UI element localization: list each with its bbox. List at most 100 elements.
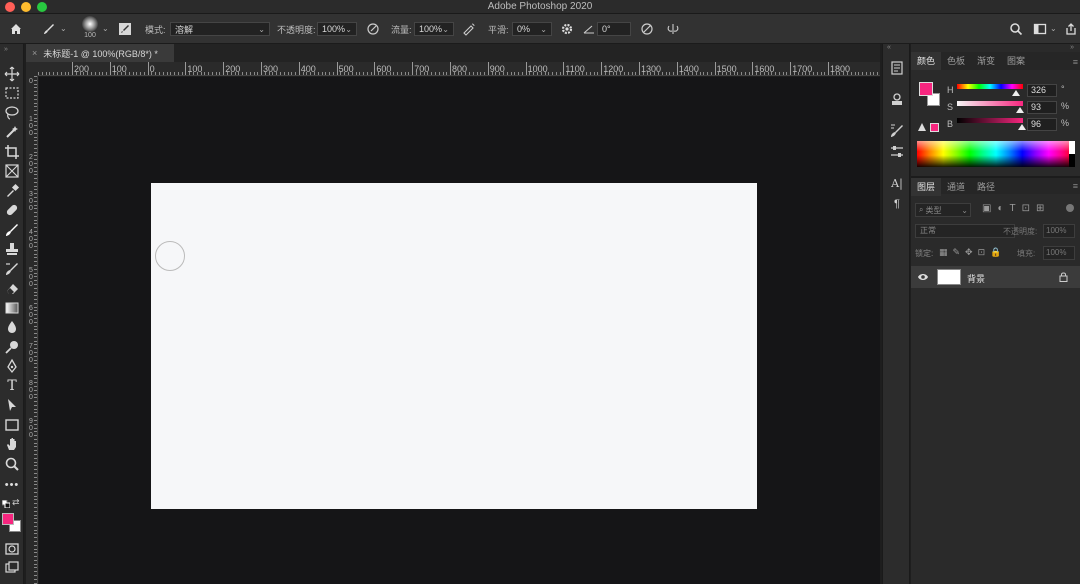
opacity-value: 100% — [322, 24, 346, 34]
screen-mode-icon[interactable] — [4, 560, 20, 576]
expand-panels-icon[interactable]: « — [887, 44, 891, 51]
pressure-opacity-icon[interactable] — [366, 22, 380, 36]
web-safe-color-swatch[interactable] — [930, 123, 939, 132]
h-value-input[interactable]: 326 — [1027, 84, 1057, 97]
ruler-label: 100 — [187, 64, 203, 74]
panel-foreground-swatch[interactable] — [919, 82, 933, 96]
layer-opacity-input[interactable]: 100% — [1043, 224, 1075, 238]
s-value-input[interactable]: 93 — [1027, 101, 1057, 114]
type-tool-icon[interactable]: T — [4, 378, 20, 394]
character-panel-icon[interactable]: A| — [889, 175, 905, 191]
tab-swatches[interactable]: 色板 — [941, 52, 971, 70]
chevron-down-icon[interactable]: ⌄ — [1050, 24, 1057, 33]
close-tab-icon[interactable]: × — [32, 48, 37, 58]
blur-tool-icon[interactable] — [4, 319, 20, 335]
brightness-slider[interactable] — [957, 118, 1023, 123]
adjustments-panel-icon[interactable] — [889, 144, 905, 160]
opacity-input[interactable]: 100% ⌄ — [317, 22, 357, 36]
eye-icon[interactable] — [917, 272, 929, 282]
quick-mask-icon[interactable] — [4, 541, 20, 557]
brush-tool-icon[interactable] — [4, 222, 20, 238]
share-icon[interactable] — [1064, 22, 1078, 36]
pen-tool-icon[interactable] — [4, 358, 20, 374]
brightness-slider-thumb[interactable] — [1018, 124, 1026, 130]
properties-panel-icon[interactable] — [889, 91, 905, 107]
color-spectrum[interactable] — [917, 141, 1075, 167]
hue-slider-thumb[interactable] — [1012, 90, 1020, 96]
hand-tool-icon[interactable] — [4, 436, 20, 452]
marquee-tool-icon[interactable] — [4, 85, 20, 101]
chevron-down-icon[interactable]: ⌄ — [102, 24, 109, 33]
hue-slider[interactable] — [957, 84, 1023, 89]
mode-select[interactable]: 溶解 ⌄ — [170, 22, 270, 36]
move-tool-icon[interactable] — [4, 66, 20, 82]
zoom-tool-icon[interactable] — [4, 456, 20, 472]
ruler-vertical[interactable]: 0 1 0 0 2 0 0 3 0 0 4 0 0 5 0 0 6 0 0 7 0 0 8 0 … — [26, 76, 38, 584]
ruler-label: 0 — [149, 64, 155, 74]
gear-icon[interactable] — [560, 22, 574, 36]
brush-settings-icon[interactable] — [118, 22, 132, 36]
b-value-input[interactable]: 96 — [1027, 118, 1057, 131]
layer-fill-input[interactable]: 100% — [1043, 246, 1075, 260]
airbrush-icon[interactable] — [462, 22, 476, 36]
healing-brush-tool-icon[interactable] — [4, 202, 20, 218]
document-canvas[interactable] — [151, 183, 757, 509]
brush-preview-icon[interactable] — [82, 16, 98, 32]
ruler-label: 0 — [29, 78, 33, 85]
collapse-icon[interactable]: » — [4, 46, 8, 53]
dodge-tool-icon[interactable] — [4, 339, 20, 355]
swap-colors-icon[interactable]: ⇄ — [12, 497, 20, 508]
foreground-color-swatch[interactable] — [2, 513, 14, 525]
tab-channels[interactable]: 通道 — [941, 178, 971, 196]
gradient-tool-icon[interactable] — [4, 300, 20, 316]
history-panel-icon[interactable] — [889, 60, 905, 76]
lock-icons[interactable]: ▦✎✥⊡🔒 — [939, 247, 1006, 258]
default-colors-icon[interactable] — [2, 500, 10, 508]
rectangle-tool-icon[interactable] — [4, 417, 20, 433]
brush-panel-icon[interactable] — [889, 123, 905, 139]
chevron-down-icon[interactable]: ⌄ — [60, 24, 67, 33]
clone-stamp-tool-icon[interactable] — [4, 241, 20, 257]
mode-label: 模式: — [145, 24, 166, 35]
layer-filter-select[interactable]: ⌕ 类型 ⌄ — [915, 203, 971, 217]
symmetry-icon[interactable] — [666, 22, 680, 36]
layer-row-background[interactable]: 背景 — [911, 266, 1080, 288]
ruler-horizontal[interactable]: 200 100 0 100 200 300 400 500 600 700 800 900 1000 11… — [38, 62, 880, 76]
frame-tool-icon[interactable] — [4, 163, 20, 179]
paragraph-panel-icon[interactable]: ¶ — [889, 196, 905, 212]
crop-tool-icon[interactable] — [4, 144, 20, 160]
document-tab-bar: × 未标题-1 @ 100%(RGB/8*) * — [26, 44, 880, 62]
quick-select-tool-icon[interactable] — [4, 124, 20, 140]
document-tab[interactable]: × 未标题-1 @ 100%(RGB/8*) * — [26, 44, 174, 62]
brush-tool-preset-icon[interactable] — [42, 22, 56, 36]
history-brush-tool-icon[interactable] — [4, 261, 20, 277]
filter-toggle-icon[interactable] — [1066, 204, 1074, 212]
smoothing-label: 平滑: — [488, 24, 509, 35]
workspace-icon[interactable] — [1033, 22, 1047, 36]
eraser-tool-icon[interactable] — [4, 280, 20, 296]
tab-layers[interactable]: 图层 — [911, 178, 942, 196]
angle-input[interactable]: 0° — [597, 22, 631, 36]
flow-input[interactable]: 100% ⌄ — [414, 22, 454, 36]
panel-menu-icon[interactable]: ≡ — [1073, 57, 1078, 67]
tab-gradients[interactable]: 渐变 — [971, 52, 1001, 70]
lock-icon[interactable] — [1059, 272, 1068, 282]
ruler-label: 1600 — [754, 64, 775, 74]
pressure-size-icon[interactable] — [640, 22, 654, 36]
path-selection-tool-icon[interactable] — [4, 397, 20, 413]
panel-menu-icon[interactable]: ≡ — [1073, 181, 1078, 191]
search-icon[interactable] — [1009, 22, 1023, 36]
lasso-tool-icon[interactable] — [4, 105, 20, 121]
saturation-slider[interactable] — [957, 101, 1023, 106]
home-icon[interactable] — [9, 22, 23, 36]
eyedropper-tool-icon[interactable] — [4, 183, 20, 199]
tab-color[interactable]: 颜色 — [911, 52, 942, 70]
smoothing-input[interactable]: 0% ⌄ — [512, 22, 552, 36]
blend-mode-select[interactable]: 正常 — [915, 224, 1015, 238]
tab-patterns[interactable]: 图案 — [1001, 52, 1031, 70]
more-tools-icon[interactable]: ••• — [4, 477, 20, 493]
saturation-slider-thumb[interactable] — [1016, 107, 1024, 113]
layer-filter-icons[interactable]: ▣◐T⊡⊞ — [982, 203, 1050, 214]
collapse-panels-icon[interactable]: » — [1070, 44, 1074, 51]
tab-paths[interactable]: 路径 — [971, 178, 1001, 196]
